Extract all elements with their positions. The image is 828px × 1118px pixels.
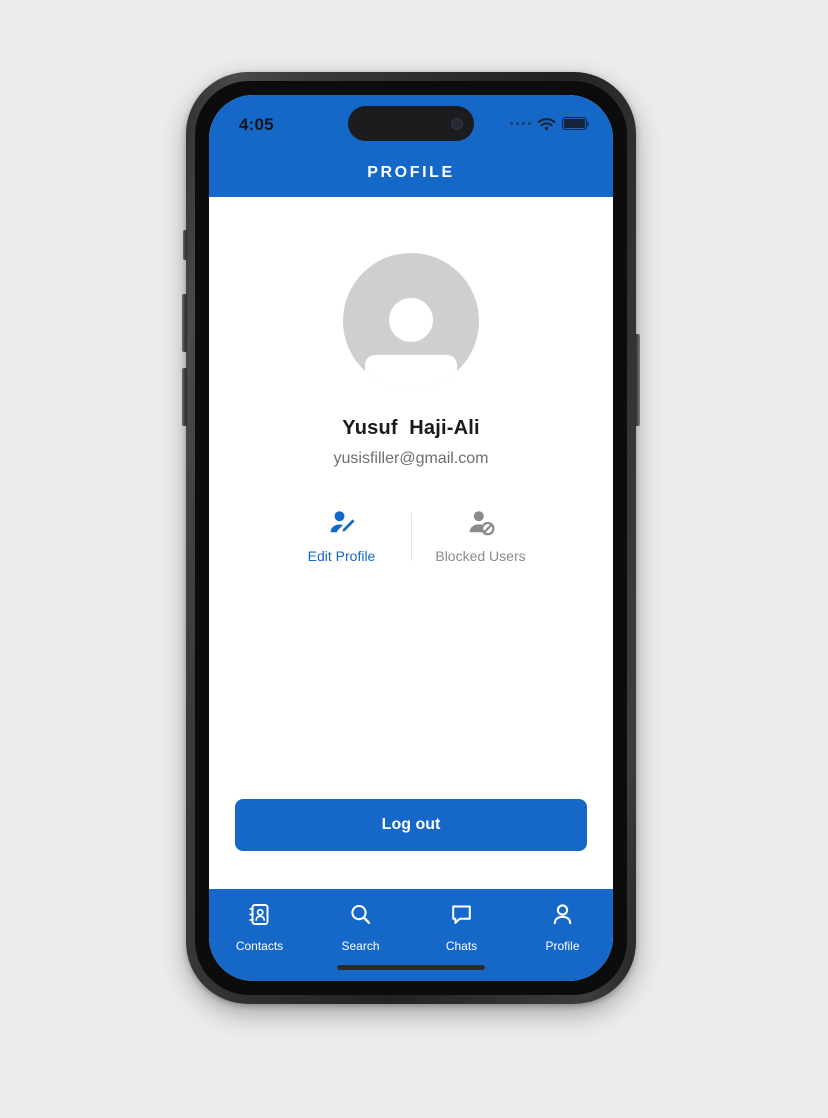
app-header: PROFILE bbox=[209, 149, 613, 197]
home-indicator[interactable] bbox=[337, 965, 485, 970]
front-camera-icon bbox=[451, 117, 463, 130]
avatar-shoulders-shape bbox=[365, 355, 457, 389]
volume-down-button[interactable] bbox=[182, 368, 187, 426]
search-icon bbox=[348, 902, 373, 932]
phone-bezel: 4:05 PROFILE Yusuf Haji-Ali yusisfiller@… bbox=[195, 81, 627, 995]
page-title: PROFILE bbox=[367, 164, 455, 181]
avatar[interactable] bbox=[343, 253, 479, 389]
status-bar: 4:05 bbox=[209, 95, 613, 149]
nav-label-contacts: Contacts bbox=[235, 939, 284, 953]
blocked-users-button[interactable]: Blocked Users bbox=[412, 510, 550, 564]
nav-item-chats[interactable]: Chats bbox=[411, 902, 512, 953]
logout-button[interactable]: Log out bbox=[235, 799, 587, 851]
nav-label-search: Search bbox=[341, 939, 380, 953]
edit-profile-button[interactable]: Edit Profile bbox=[273, 510, 411, 564]
phone-screen: 4:05 PROFILE Yusuf Haji-Ali yusisfiller@… bbox=[209, 95, 613, 981]
edit-profile-label: Edit Profile bbox=[307, 548, 376, 564]
signal-dots-icon bbox=[509, 121, 531, 126]
phone-device-frame: 4:05 PROFILE Yusuf Haji-Ali yusisfiller@… bbox=[182, 72, 640, 1004]
contacts-book-icon bbox=[247, 902, 272, 932]
nav-label-chats: Chats bbox=[445, 939, 478, 953]
battery-icon bbox=[562, 117, 590, 130]
blocked-users-label: Blocked Users bbox=[435, 548, 526, 564]
person-edit-icon bbox=[328, 510, 356, 541]
person-blocked-icon bbox=[467, 510, 495, 541]
status-bar-icons bbox=[509, 114, 590, 131]
profile-content: Yusuf Haji-Ali yusisfiller@gmail.com Edi… bbox=[209, 197, 613, 889]
power-button[interactable] bbox=[635, 334, 640, 426]
profile-name: Yusuf Haji-Ali bbox=[342, 417, 480, 439]
nav-item-search[interactable]: Search bbox=[310, 902, 411, 953]
wifi-icon bbox=[537, 117, 556, 130]
person-icon bbox=[550, 902, 575, 932]
nav-item-contacts[interactable]: Contacts bbox=[209, 902, 310, 953]
nav-label-profile: Profile bbox=[545, 939, 580, 953]
silent-switch-button[interactable] bbox=[183, 230, 187, 260]
dynamic-island bbox=[348, 106, 474, 141]
volume-up-button[interactable] bbox=[182, 294, 187, 352]
profile-email: yusisfiller@gmail.com bbox=[333, 450, 489, 467]
nav-item-profile[interactable]: Profile bbox=[512, 902, 613, 953]
status-bar-time: 4:05 bbox=[239, 114, 274, 134]
profile-actions-row: Edit Profile Blocked Users bbox=[209, 510, 613, 564]
avatar-head-shape bbox=[389, 297, 433, 342]
chat-bubble-icon bbox=[449, 902, 474, 932]
